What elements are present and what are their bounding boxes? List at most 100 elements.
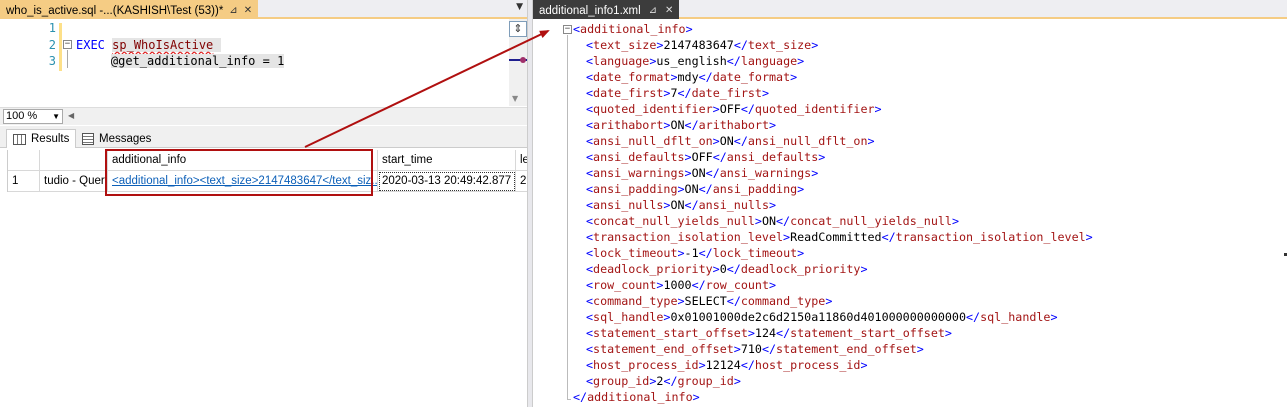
close-icon[interactable]: ✕: [244, 5, 252, 16]
xml-tag-open: language: [593, 54, 650, 68]
parameter-text: @get_additional_info = 1: [110, 54, 285, 68]
tab-list-dropdown-icon[interactable]: ▼: [516, 2, 523, 12]
xml-value: SELECT: [684, 294, 727, 308]
xml-value: 2147483647: [663, 38, 734, 52]
xml-tag-close: statement_end_offset: [776, 342, 917, 356]
xml-value: ON: [691, 166, 706, 180]
xml-tag-open: date_first: [593, 86, 664, 100]
xml-value: 12124: [705, 358, 741, 372]
annotation-highlight-box: [105, 149, 373, 196]
xml-tag-close: ansi_defaults: [726, 150, 819, 164]
close-icon[interactable]: ✕: [665, 5, 673, 16]
line-number: 2: [48, 38, 56, 52]
editor-tab-strip: who_is_active.sql -...(KASHISH\Test (53)…: [0, 0, 527, 19]
pin-icon[interactable]: ⊿: [649, 5, 657, 16]
xml-tag-close: language: [740, 54, 798, 68]
xml-element-line: <quoted_identifier>OFF</quoted_identifie…: [586, 102, 882, 116]
line-number: 3: [48, 54, 56, 68]
xml-element-line: <date_first>7</date_first>: [586, 86, 770, 100]
cell-program-name[interactable]: tudio - Query: [40, 171, 108, 192]
exec-keyword: EXEC: [76, 38, 105, 52]
xml-tag-open: row_count: [593, 278, 657, 292]
query-editor-pane: who_is_active.sql -...(KASHISH\Test (53)…: [0, 0, 528, 407]
tab-results[interactable]: Results: [6, 129, 77, 148]
xml-element-line: <ansi_padding>ON</ansi_padding>: [586, 182, 805, 196]
xml-element-line: <ansi_null_dflt_on>ON</ansi_null_dflt_on…: [586, 134, 875, 148]
xml-element-line: <deadlock_priority>0</deadlock_priority>: [586, 262, 868, 276]
xml-tag-open: date_format: [593, 70, 671, 84]
editor-zoom-bar: 100 % ▼ ◀: [0, 107, 527, 125]
editor-tab-title: who_is_active.sql -...(KASHISH\Test (53)…: [6, 4, 224, 17]
chevron-down-icon: ▼: [52, 112, 60, 121]
xml-tab-title: additional_info1.xml: [539, 4, 641, 17]
xml-element-line: <concat_null_yields_null>ON</concat_null…: [586, 214, 959, 228]
xml-tag-close: deadlock_priority: [740, 262, 861, 276]
row-number: 1: [8, 171, 40, 192]
xml-value: ON: [684, 182, 699, 196]
xml-element-line: <host_process_id>12124</host_process_id>: [586, 358, 868, 372]
xml-tag-close: sql_handle: [980, 310, 1051, 324]
xml-tab-strip: additional_info1.xml ⊿ ✕: [533, 0, 1287, 19]
xml-tag-close: text_size: [747, 38, 812, 52]
xml-tag-close: lock_timeout: [712, 246, 798, 260]
xml-tag-open: arithabort: [593, 118, 664, 132]
xml-document[interactable]: − <additional_info> <text_size>214748364…: [533, 21, 1287, 407]
line-number: 1: [48, 21, 56, 35]
xml-value: mdy: [677, 70, 699, 84]
column-header-start-time[interactable]: start_time: [378, 150, 516, 171]
xml-element-line: <ansi_nulls>ON</ansi_nulls>: [586, 198, 777, 212]
xml-element-line: <arithabort>ON</arithabort>: [586, 118, 777, 132]
messages-icon: [82, 132, 94, 145]
xml-element-line: <language>us_english</language>: [586, 54, 805, 68]
xml-tag-open: ansi_defaults: [593, 150, 685, 164]
xml-value: 0: [719, 262, 727, 276]
cell-start-time[interactable]: 2020-03-13 20:49:42.877: [378, 171, 516, 192]
column-header-program[interactable]: [40, 150, 108, 171]
collapse-icon[interactable]: −: [63, 40, 72, 49]
xml-element-line: <ansi_warnings>ON</ansi_warnings>: [586, 166, 819, 180]
xml-root-open: <additional_info>: [573, 22, 693, 36]
xml-element-line: <sql_handle>0x01001000de2c6d2150a11860d4…: [586, 310, 1058, 324]
sql-editor[interactable]: 1 2 3 − EXEC sp_WhoIsActive @get_additio…: [0, 19, 527, 106]
xml-element-line: <statement_start_offset>124</statement_s…: [586, 326, 952, 340]
scroll-left-arrow-icon[interactable]: ◀: [68, 111, 74, 120]
xml-tag-open: ansi_padding: [593, 182, 678, 196]
xml-value: ON: [761, 214, 777, 228]
xml-element-line: <group_id>2</group_id>: [586, 374, 741, 388]
xml-value: ON: [670, 198, 685, 212]
collapse-icon[interactable]: −: [563, 25, 572, 34]
zoom-value: 100 %: [6, 110, 38, 122]
xml-tag-open: quoted_identifier: [593, 102, 713, 116]
xml-tag-close: quoted_identifier: [754, 102, 875, 116]
xml-tag-open: text_size: [593, 38, 657, 52]
tab-messages-label: Messages: [99, 132, 152, 145]
xml-tag-close: date_first: [691, 86, 762, 100]
xml-value: OFF: [719, 102, 741, 116]
xml-tag-open: sql_handle: [593, 310, 664, 324]
xml-value: 7: [670, 86, 678, 100]
xml-tag-close: arithabort: [698, 118, 769, 132]
xml-tag-close: transaction_isolation_level: [895, 230, 1086, 244]
xml-element-line: <command_type>SELECT</command_type>: [586, 294, 833, 308]
tab-who-is-active-sql[interactable]: who_is_active.sql -...(KASHISH\Test (53)…: [0, 0, 259, 19]
xml-root-close: </additional_info>: [573, 390, 700, 404]
tab-additional-info-xml[interactable]: additional_info1.xml ⊿ ✕: [533, 0, 680, 19]
tab-messages[interactable]: Messages: [76, 129, 157, 148]
root-tag: additional_info: [587, 390, 693, 404]
xml-tag-open: ansi_null_dflt_on: [593, 134, 713, 148]
xml-tag-close: ansi_null_dflt_on: [747, 134, 868, 148]
xml-tag-open: statement_end_offset: [593, 342, 734, 356]
xml-element-line: <row_count>1000</row_count>: [586, 278, 777, 292]
scroll-down-arrow-icon[interactable]: ▼: [512, 94, 518, 103]
xml-tag-open: ansi_warnings: [593, 166, 685, 180]
xml-value: ON: [670, 118, 685, 132]
xml-viewer-pane: additional_info1.xml ⊿ ✕ − <additional_i…: [533, 0, 1287, 407]
outline-guide-end: [567, 399, 571, 400]
tab-results-label: Results: [31, 133, 70, 145]
pin-icon[interactable]: ⊿: [229, 5, 237, 16]
split-window-icon[interactable]: ⇕: [509, 21, 527, 37]
xml-tag-open: ansi_nulls: [593, 198, 664, 212]
grid-icon: [13, 133, 26, 145]
row-number-header: [8, 150, 40, 171]
zoom-select[interactable]: 100 % ▼: [3, 109, 63, 124]
